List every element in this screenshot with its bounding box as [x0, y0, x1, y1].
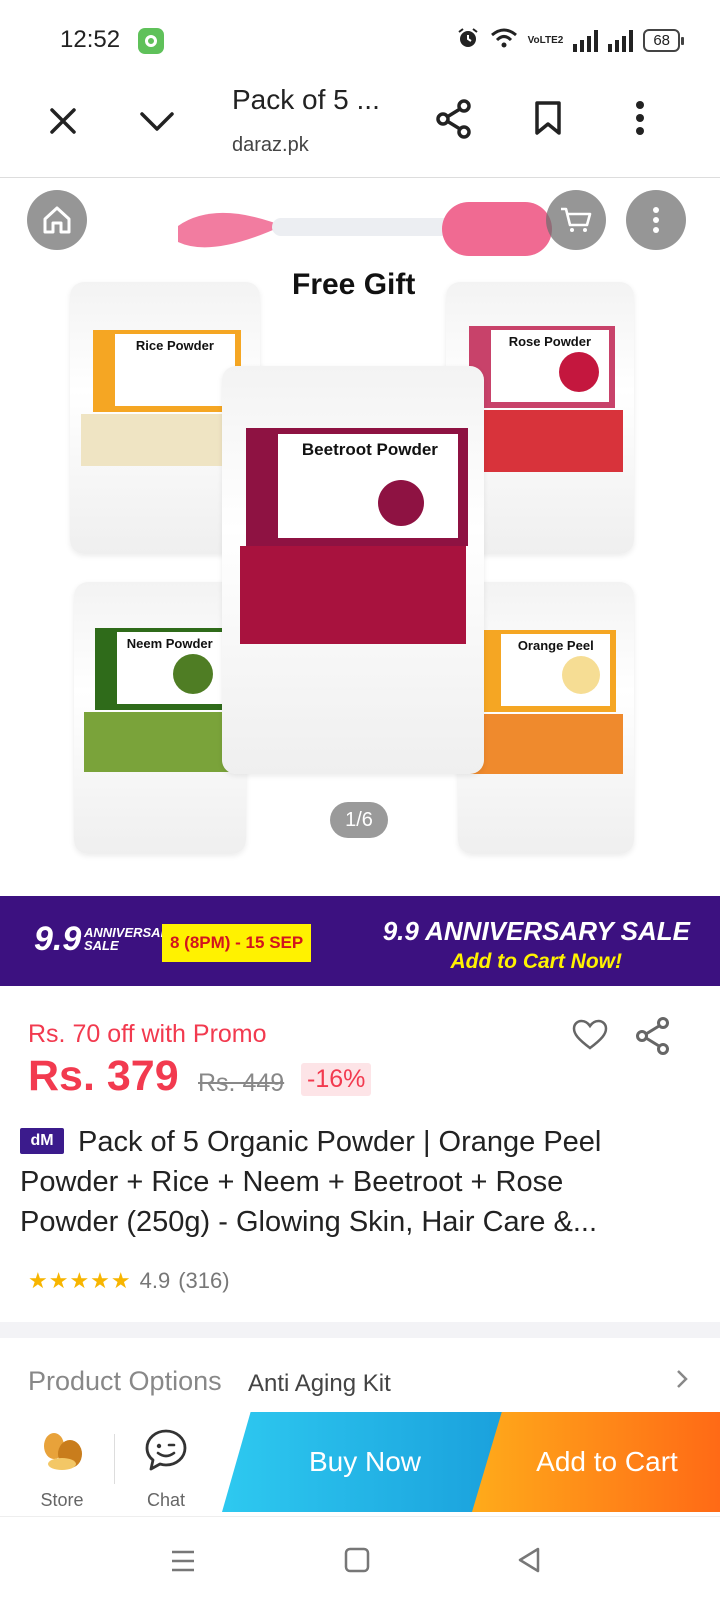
pouch-label: Neem Powder — [94, 628, 229, 710]
banner-subtitle: Add to Cart Now! — [450, 950, 622, 973]
add-to-cart-button[interactable]: Add to Cart — [472, 1412, 720, 1512]
free-gift-label: Free Gift — [292, 268, 416, 301]
buy-now-button[interactable]: Buy Now — [222, 1412, 508, 1512]
pouch-label: Beetroot Powder — [245, 428, 469, 546]
product-image-carousel[interactable]: Free Gift Rice Powder Rose Powder Neem P… — [0, 178, 720, 896]
product-title-text: Pack of 5 Organic Powder | Orange Peel P… — [20, 1126, 602, 1238]
bookmark-icon[interactable] — [532, 98, 564, 138]
share-icon[interactable] — [434, 96, 474, 142]
rating-count: (316) — [178, 1268, 230, 1293]
back-nav-icon[interactable] — [514, 1545, 544, 1575]
more-menu-icon[interactable] — [628, 98, 652, 138]
pouch-fill — [84, 712, 236, 772]
chat-icon — [144, 1428, 188, 1477]
gift-brush-image — [172, 196, 554, 262]
battery-indicator: 68 — [643, 29, 684, 52]
more-options-icon[interactable] — [626, 190, 686, 250]
home-nav-icon[interactable] — [342, 1545, 372, 1575]
pouch-fill — [468, 714, 624, 774]
promo-text: Rs. 70 off with Promo — [28, 1020, 267, 1048]
tab-url[interactable]: daraz.pk — [232, 134, 309, 157]
chevron-down-icon[interactable] — [136, 100, 178, 142]
product-options-label: Product Options — [28, 1366, 222, 1396]
pouch-name: Rose Powder — [508, 334, 592, 349]
store-button[interactable]: Store — [12, 1412, 112, 1516]
product-title: Pack of 5 Organic Powder | Orange Peel P… — [20, 1122, 660, 1242]
pouch-name: Rice Powder — [135, 338, 214, 353]
wishlist-heart-icon[interactable] — [572, 1018, 608, 1052]
volte-indicator: VoLTE2 — [527, 34, 564, 46]
banner-logo-number: 9.9 — [34, 920, 82, 958]
banner-logo-text: ANNIVERSARY SALE — [84, 925, 179, 953]
chat-button[interactable]: Chat — [116, 1412, 216, 1516]
orange-peel-pouch: Orange Peel — [458, 582, 634, 854]
close-icon[interactable] — [42, 100, 84, 142]
product-share-icon[interactable] — [634, 1016, 672, 1056]
action-bar: Store Chat Buy Now Add to Cart — [0, 1412, 720, 1516]
pouch-label: Rose Powder — [468, 326, 616, 408]
chat-label: Chat — [146, 1490, 186, 1510]
store-logo-icon — [40, 1430, 86, 1477]
pouch-name: Beetroot Powder — [301, 440, 438, 459]
wifi-icon — [490, 27, 518, 54]
image-counter: 1/6 — [330, 802, 388, 838]
pouch-fill — [240, 546, 466, 644]
pouch-label: Orange Peel — [479, 630, 617, 712]
status-icons: VoLTE2 68 — [456, 26, 684, 55]
status-bar: 12:52 VoLTE2 68 — [0, 0, 720, 82]
banner-dates: 8 (8PM) - 15 SEP — [162, 924, 312, 962]
recent-apps-icon[interactable] — [168, 1547, 198, 1575]
rating-stars-icon: ★★★★★ — [28, 1268, 132, 1293]
section-divider — [0, 1322, 720, 1338]
product-options-value: Anti Aging Kit — [248, 1370, 391, 1397]
discount-badge: -16% — [301, 1063, 372, 1096]
pouch-name: Neem Powder — [126, 636, 213, 651]
original-price: Rs. 449 — [198, 1069, 285, 1097]
current-price: Rs. 379 — [28, 1052, 179, 1100]
signal-icon — [573, 29, 599, 52]
banner-title: 9.9 ANNIVERSARY SALE — [382, 916, 690, 946]
system-nav-bar — [0, 1516, 720, 1604]
product-rating[interactable]: ★★★★★ 4.9 (316) — [28, 1268, 230, 1294]
separator — [114, 1434, 115, 1484]
tab-title[interactable]: Pack of 5 ... — [232, 84, 380, 116]
home-button[interactable] — [27, 190, 87, 250]
rating-value: 4.9 — [139, 1268, 171, 1293]
alarm-icon — [456, 26, 480, 55]
signal-icon-2 — [608, 29, 634, 52]
pouch-name: Orange Peel — [517, 638, 594, 653]
chevron-right-icon[interactable] — [676, 1368, 688, 1396]
app-notification-icon — [138, 28, 164, 54]
neem-powder-pouch: Neem Powder — [74, 582, 246, 854]
status-time: 12:52 — [60, 26, 121, 53]
store-label: Store — [40, 1490, 84, 1510]
pouch-label: Rice Powder — [92, 330, 241, 412]
cart-icon[interactable] — [546, 190, 606, 250]
beetroot-powder-pouch: Beetroot Powder — [222, 366, 484, 774]
